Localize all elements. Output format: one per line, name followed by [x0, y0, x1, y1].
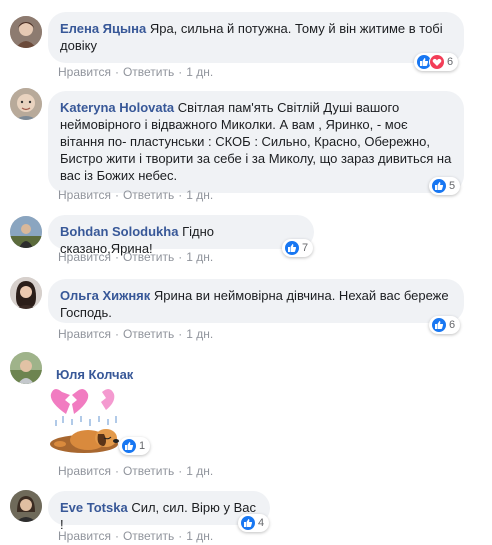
- separator: ·: [114, 529, 119, 543]
- reaction-number: 7: [302, 242, 309, 254]
- like-link[interactable]: Нравится: [58, 250, 111, 264]
- comment-actions: Нравится · Ответить · 1 дн.: [58, 327, 213, 341]
- like-link[interactable]: Нравится: [58, 464, 111, 478]
- comment-bubble: Eve Totska Сил, сил. Вірю у Вас !: [48, 491, 270, 532]
- reaction-number: 6: [447, 56, 454, 68]
- reaction-count[interactable]: 5: [429, 177, 461, 195]
- comment-author[interactable]: Елена Яцына: [60, 21, 146, 36]
- separator: ·: [178, 529, 183, 543]
- comment-time[interactable]: 1 дн.: [186, 65, 213, 79]
- reaction-count[interactable]: 4: [238, 514, 270, 532]
- like-icon: [431, 317, 447, 333]
- comment-bubble: Kateryna Holovata Світлая пам'ять Світлі…: [48, 91, 464, 193]
- like-link[interactable]: Нравится: [58, 188, 111, 202]
- separator: ·: [178, 250, 183, 264]
- love-icon: [429, 54, 445, 70]
- reaction-number: 5: [449, 180, 456, 192]
- reply-link[interactable]: Ответить: [123, 188, 174, 202]
- like-icon: [240, 515, 256, 531]
- comment-bubble: Юля Колчак: [48, 358, 248, 382]
- comment-bubble: Bohdan Solodukha Гідно сказано,Ярина!: [48, 215, 314, 256]
- comment-time[interactable]: 1 дн.: [186, 188, 213, 202]
- reaction-number: 6: [449, 319, 456, 331]
- avatar[interactable]: [10, 490, 42, 522]
- comment-author[interactable]: Юля Колчак: [56, 367, 133, 382]
- like-link[interactable]: Нравится: [58, 327, 111, 341]
- separator: ·: [114, 464, 119, 478]
- reply-link[interactable]: Ответить: [123, 327, 174, 341]
- separator: ·: [114, 327, 119, 341]
- reaction-count[interactable]: 6: [414, 53, 459, 71]
- avatar[interactable]: [10, 352, 42, 384]
- reply-link[interactable]: Ответить: [123, 529, 174, 543]
- avatar[interactable]: [10, 216, 42, 248]
- like-icon: [284, 240, 300, 256]
- avatar[interactable]: [10, 277, 42, 309]
- separator: ·: [114, 250, 119, 264]
- comment-author[interactable]: Kateryna Holovata: [60, 100, 174, 115]
- like-icon: [431, 178, 447, 194]
- separator: ·: [114, 65, 119, 79]
- reaction-number: 4: [258, 517, 265, 529]
- comment-author[interactable]: Eve Totska: [60, 500, 128, 515]
- comment-author[interactable]: Bohdan Solodukha: [60, 224, 178, 239]
- comment-actions: Нравится · Ответить · 1 дн.: [58, 529, 213, 543]
- reaction-count[interactable]: 1: [119, 437, 151, 455]
- reaction-count[interactable]: 7: [282, 239, 314, 257]
- reaction-count[interactable]: 6: [429, 316, 461, 334]
- separator: ·: [178, 327, 183, 341]
- comment-time[interactable]: 1 дн.: [186, 327, 213, 341]
- reply-link[interactable]: Ответить: [123, 65, 174, 79]
- comment-time[interactable]: 1 дн.: [186, 250, 213, 264]
- comment-author[interactable]: Ольга Хижняк: [60, 288, 150, 303]
- comment-actions: Нравится · Ответить · 1 дн.: [58, 65, 213, 79]
- separator: ·: [114, 188, 119, 202]
- reaction-number: 1: [139, 440, 146, 452]
- avatar[interactable]: [10, 16, 42, 48]
- comment-bubble: Елена Яцына Яра, сильна й потужна. Тому …: [48, 12, 464, 63]
- comment-time[interactable]: 1 дн.: [186, 464, 213, 478]
- comment-time[interactable]: 1 дн.: [186, 529, 213, 543]
- avatar[interactable]: [10, 88, 42, 120]
- like-link[interactable]: Нравится: [58, 65, 111, 79]
- separator: ·: [178, 65, 183, 79]
- reply-link[interactable]: Ответить: [123, 464, 174, 478]
- reply-link[interactable]: Ответить: [123, 250, 174, 264]
- comment-bubble: Ольга Хижняк Ярина ви неймовірна дівчина…: [48, 279, 464, 323]
- comment-actions: Нравится · Ответить · 1 дн.: [58, 464, 213, 478]
- like-link[interactable]: Нравится: [58, 529, 111, 543]
- like-icon: [121, 438, 137, 454]
- comment-actions: Нравится · Ответить · 1 дн.: [58, 250, 213, 264]
- broken-heart-crying-dog-sticker: [48, 386, 124, 461]
- separator: ·: [178, 188, 183, 202]
- separator: ·: [178, 464, 183, 478]
- comment-actions: Нравится · Ответить · 1 дн.: [58, 188, 213, 202]
